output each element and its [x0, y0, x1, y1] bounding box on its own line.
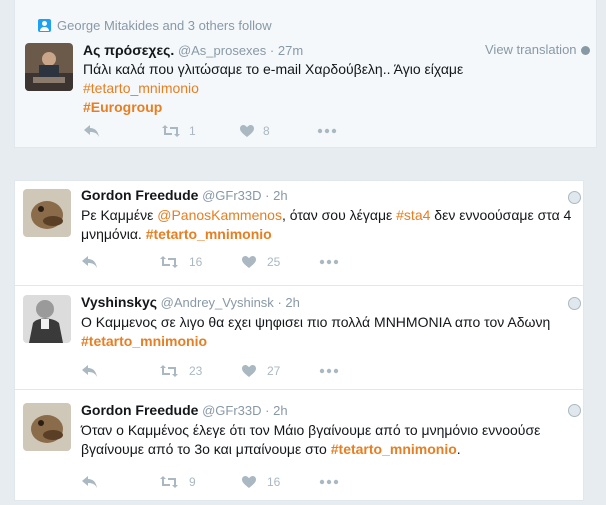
retweet-icon: [160, 256, 178, 268]
like-button[interactable]: 25: [241, 255, 319, 269]
like-button[interactable]: 16: [241, 475, 319, 489]
tweet-time[interactable]: 2h: [273, 188, 287, 203]
tweet-time[interactable]: 27m: [278, 43, 303, 58]
tweet-time[interactable]: 2h: [285, 295, 299, 310]
retweet-icon: [160, 365, 178, 377]
social-context: George Mitakides and 3 others follow: [38, 18, 272, 33]
like-button[interactable]: 27: [241, 364, 319, 378]
heart-icon: [242, 476, 256, 488]
text-segment: μνημόνια.: [81, 226, 146, 242]
retweet-button[interactable]: 9: [159, 475, 241, 489]
globe-icon: [568, 191, 581, 204]
tweet-time[interactable]: 2h: [273, 403, 287, 418]
retweet-count: 23: [189, 364, 203, 378]
retweet-count: 1: [189, 124, 196, 138]
author-name[interactable]: Ας πρόσεχες.: [83, 42, 174, 58]
reply-button[interactable]: [81, 255, 159, 269]
text-segment: Ρε Καμμένε: [81, 207, 158, 223]
reply-icon: [82, 365, 97, 377]
retweet-icon: [162, 125, 180, 137]
hashtag-link[interactable]: #sta4: [396, 207, 430, 223]
hashtag-link[interactable]: #tetarto_mnimonio: [81, 332, 550, 351]
more-icon: [319, 479, 339, 485]
heart-icon: [240, 125, 254, 137]
tweet-line: Ο Καμμενος σε λιγο θα εχει ψηφισει πιο π…: [81, 314, 551, 330]
social-context-text: George Mitakides and 3 others follow: [57, 18, 272, 33]
people-icon: [38, 19, 51, 32]
author-handle[interactable]: @As_prosexes: [178, 43, 266, 58]
tweet-card-top: George Mitakides and 3 others follow Vie…: [14, 0, 597, 148]
globe-icon: [568, 297, 581, 310]
avatar[interactable]: [23, 403, 71, 451]
heart-icon: [242, 256, 256, 268]
globe-icon: [568, 404, 581, 417]
tweet-line: Πάλι καλά που γλιτώσαμε το e-mail Χαρδού…: [83, 61, 464, 77]
reply-button[interactable]: [81, 364, 159, 378]
tweet-text: Πάλι καλά που γλιτώσαμε το e-mail Χαρδού…: [83, 60, 463, 117]
text-segment: βγαίνουμε από το 3ο και μπαίνουμε στο: [81, 441, 331, 457]
tweet-item[interactable]: Gordon Freedude @GFr33D · 2h Όταν ο Καμμ…: [15, 389, 583, 503]
tweet-stream: Gordon Freedude @GFr33D · 2h Ρε Καμμένε …: [14, 180, 584, 501]
retweet-button[interactable]: 16: [159, 255, 241, 269]
author-handle[interactable]: @GFr33D: [202, 188, 261, 203]
reply-button[interactable]: [81, 475, 159, 489]
like-button[interactable]: 8: [239, 124, 317, 138]
retweet-button[interactable]: 1: [161, 124, 239, 138]
tweet-item[interactable]: Gordon Freedude @GFr33D · 2h Ρε Καμμένε …: [15, 181, 583, 285]
author-handle[interactable]: @GFr33D: [202, 403, 261, 418]
tweet-text: Όταν ο Καμμένος έλεγε ότι τον Μάιο βγαίν…: [81, 421, 540, 459]
heart-icon: [242, 365, 256, 377]
retweet-count: 16: [189, 255, 203, 269]
text-segment: , όταν σου λέγαμε: [281, 207, 397, 223]
reply-icon: [82, 256, 97, 268]
text-segment: δεν εννοούσαμε στα 4: [430, 207, 572, 223]
avatar[interactable]: [25, 43, 73, 91]
author-name[interactable]: Vyshinskyς: [81, 294, 157, 310]
avatar[interactable]: [23, 189, 71, 237]
more-button[interactable]: [317, 128, 337, 134]
more-icon: [319, 368, 339, 374]
hashtag-link[interactable]: #tetarto_mnimonio: [146, 226, 272, 242]
retweet-count: 9: [189, 475, 196, 489]
hashtag-link[interactable]: #tetarto_mnimonio: [83, 79, 463, 98]
tweet-text: Ο Καμμενος σε λιγο θα εχει ψηφισει πιο π…: [81, 313, 550, 351]
tweet-text: Ρε Καμμένε @PanosKammenos, όταν σου λέγα…: [81, 206, 571, 244]
avatar[interactable]: [23, 295, 71, 343]
globe-icon: [580, 46, 590, 55]
mention-link[interactable]: @PanosKammenos: [157, 207, 282, 223]
reply-icon: [82, 476, 97, 488]
author-handle[interactable]: @Andrey_Vyshinsk: [161, 295, 274, 310]
hashtag-link[interactable]: #Eurogroup: [83, 98, 463, 117]
view-translation-link[interactable]: View translation: [485, 42, 590, 57]
more-icon: [317, 128, 337, 134]
tweet-line: Όταν ο Καμμένος έλεγε ότι τον Μάιο βγαίν…: [81, 422, 541, 438]
like-count: 25: [267, 255, 281, 269]
retweet-button[interactable]: 23: [159, 364, 241, 378]
like-count: 8: [263, 124, 270, 138]
author-name[interactable]: Gordon Freedude: [81, 402, 198, 418]
tweet-item[interactable]: Vyshinskyς @Andrey_Vyshinsk · 2h Ο Καμμε…: [15, 285, 583, 390]
author-name[interactable]: Gordon Freedude: [81, 187, 198, 203]
more-button[interactable]: [319, 259, 339, 265]
like-count: 16: [267, 475, 281, 489]
hashtag-link[interactable]: #tetarto_mnimonio: [331, 441, 457, 457]
more-icon: [319, 259, 339, 265]
text-segment: .: [456, 441, 461, 457]
like-count: 27: [267, 364, 281, 378]
more-button[interactable]: [319, 368, 339, 374]
reply-icon: [84, 125, 99, 137]
view-translation-label[interactable]: View translation: [485, 42, 577, 57]
retweet-icon: [160, 476, 178, 488]
more-button[interactable]: [319, 479, 339, 485]
reply-button[interactable]: [83, 124, 161, 138]
